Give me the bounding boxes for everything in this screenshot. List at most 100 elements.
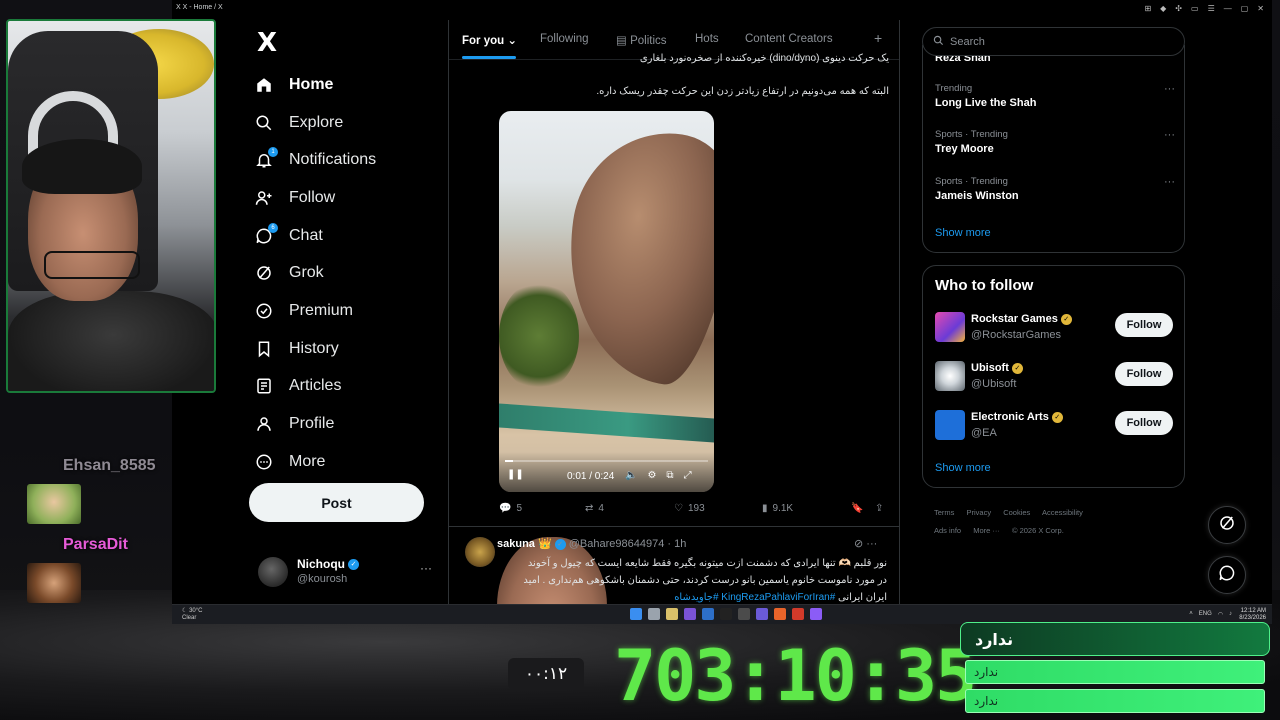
nav-item-notifications[interactable]: 1 Notifications [255, 141, 445, 179]
follow-suggestion[interactable]: Electronic Arts ✓ @EA Follow [935, 408, 1175, 444]
grok-icon[interactable]: ⊘ [854, 538, 863, 550]
extensions-icon[interactable]: ✣ [1175, 4, 1182, 13]
follow-button[interactable]: Follow [1115, 411, 1173, 435]
lang-indicator[interactable]: ENG [1199, 611, 1212, 618]
video-frame-tree [499, 281, 579, 391]
avatar [258, 557, 288, 587]
add-person-icon [255, 189, 273, 207]
chat-username: ParsaDit [63, 536, 128, 553]
video-progress-bar[interactable] [505, 460, 708, 462]
account-switcher[interactable]: Nichoqu ✓ @kourosh ··· [258, 553, 438, 593]
chat-fab[interactable] [1208, 556, 1246, 594]
sidebar-icon[interactable]: ▭ [1191, 4, 1199, 13]
folder-icon[interactable] [666, 608, 678, 620]
goal-bar: ندارد [965, 660, 1265, 684]
search-input[interactable]: Search [922, 27, 1185, 56]
footer-link[interactable]: Cookies [1003, 508, 1030, 517]
app-icon[interactable] [684, 608, 696, 620]
app-icon[interactable] [792, 608, 804, 620]
nav-item-follow[interactable]: Follow [255, 179, 445, 217]
weather-widget[interactable]: ☾ 30°C Clear [182, 608, 202, 622]
nav-item-home[interactable]: Home [255, 66, 445, 104]
wifi-icon[interactable]: ◠ [1218, 611, 1223, 618]
footer-link[interactable]: Accessibility [1042, 508, 1083, 517]
follow-button[interactable]: Follow [1115, 313, 1173, 337]
close-icon[interactable]: ✕ [1257, 4, 1264, 13]
trend-item[interactable]: Sports · Trending Trey Moore ··· [935, 129, 1175, 155]
app-icon[interactable] [702, 608, 714, 620]
follow-button[interactable]: Follow [1115, 362, 1173, 386]
app-icon[interactable] [774, 608, 786, 620]
tab-politics[interactable]: ▤ Politics [616, 33, 667, 47]
search-icon[interactable] [648, 608, 660, 620]
footer-link[interactable]: Terms [934, 508, 954, 517]
add-tab-icon[interactable]: + [874, 30, 882, 46]
bookmark-button[interactable]: 🔖 [851, 503, 863, 514]
x-logo-icon[interactable]: X [257, 28, 277, 58]
tab-hots[interactable]: Hots [695, 33, 719, 45]
post-menu[interactable]: ⊘ ··· [854, 537, 877, 550]
nav-item-profile[interactable]: Profile [255, 405, 445, 443]
repost-icon: ⇄ [585, 503, 594, 514]
nav-item-explore[interactable]: Explore [255, 104, 445, 142]
nav-item-history[interactable]: History [255, 330, 445, 368]
settings-icon[interactable]: ⚙ [647, 470, 656, 481]
post-button[interactable]: Post [249, 483, 424, 522]
show-more-link[interactable]: Show more [935, 227, 991, 239]
search-placeholder: Search [950, 35, 985, 48]
account-name: Nichoqu ✓ [297, 557, 359, 571]
share-button[interactable]: ⇪ [875, 503, 883, 514]
tab-content-creators[interactable]: Content Creators [745, 33, 833, 45]
start-icon[interactable] [630, 608, 642, 620]
footer-link[interactable]: Ads info [934, 526, 961, 535]
webcam-shirt [8, 291, 214, 391]
pip-icon[interactable]: ⧉ [666, 470, 673, 481]
app-icon[interactable] [810, 608, 822, 620]
nav-item-premium[interactable]: Premium [255, 292, 445, 330]
post-author-name[interactable]: sakuna 👑 [497, 538, 552, 550]
tab-following[interactable]: Following [540, 33, 589, 45]
minimize-icon[interactable]: — [1224, 4, 1232, 13]
follow-suggestion[interactable]: Rockstar Games ✓ @RockstarGames Follow [935, 310, 1175, 346]
volume-icon[interactable]: 🔈 [625, 470, 637, 481]
app-icon[interactable] [756, 608, 768, 620]
nav-items: Home Explore 1 Notifications Follow 6 Ch… [255, 66, 445, 481]
nav-item-articles[interactable]: Articles [255, 368, 445, 406]
like-button[interactable]: ♡ 193 [674, 503, 705, 514]
more-icon[interactable]: ··· [1164, 129, 1175, 141]
reply-button[interactable]: 💬 5 [499, 503, 522, 514]
follow-suggestion[interactable]: Ubisoft ✓ @Ubisoft Follow [935, 359, 1175, 395]
maximize-icon[interactable]: ▢ [1241, 4, 1249, 13]
account-more-icon[interactable]: ··· [420, 561, 432, 575]
repost-button[interactable]: ⇄ 4 [585, 503, 604, 514]
app-icon[interactable] [738, 608, 750, 620]
pause-icon[interactable]: ❚❚ [507, 469, 524, 480]
nav-item-grok[interactable]: Grok [255, 254, 445, 292]
more-icon[interactable]: ··· [866, 538, 877, 550]
trend-item[interactable]: Sports · Trending Jameis Winston ··· [935, 176, 1175, 202]
nav-label-history: History [289, 339, 339, 357]
chat-emote-image [27, 563, 81, 603]
hashtag-link[interactable]: #KingRezaPahlaviForIran #جاویدشاه [674, 592, 835, 603]
menu-icon[interactable]: ☰ [1208, 4, 1215, 13]
shield-icon[interactable]: ◆ [1160, 4, 1166, 13]
tab-for-you[interactable]: For you ⌄ [462, 33, 517, 47]
trend-item[interactable]: Trending Long Live the Shah ··· [935, 83, 1175, 109]
more-icon[interactable]: ··· [1164, 83, 1175, 95]
footer-link[interactable]: More ··· [973, 526, 1000, 535]
nav-item-chat[interactable]: 6 Chat [255, 217, 445, 255]
x-app-icon[interactable] [720, 608, 732, 620]
zoom-icon[interactable]: ⊞ [1144, 4, 1151, 13]
grok-fab[interactable] [1208, 506, 1246, 544]
more-icon[interactable]: ··· [1164, 176, 1175, 188]
views-button[interactable]: ▮ 9.1K [762, 503, 793, 514]
post-actions: 💬 5 ⇄ 4 ♡ 193 ▮ 9.1K 🔖 ⇪ [499, 503, 894, 519]
footer-link[interactable]: Privacy [967, 508, 992, 517]
volume-icon[interactable]: ♪ [1229, 611, 1232, 618]
chevron-up-icon[interactable]: ˄ [1189, 611, 1193, 618]
fullscreen-icon[interactable]: ⤢ [684, 470, 692, 481]
show-more-link[interactable]: Show more [935, 462, 991, 474]
nav-item-more[interactable]: More [255, 443, 445, 481]
video-player[interactable]: ❚❚ 0:01 / 0:24 🔈 ⚙ ⧉ ⤢ [499, 111, 714, 492]
taskbar-clock[interactable]: 12:12 AM 8/23/2026 [1239, 608, 1266, 622]
